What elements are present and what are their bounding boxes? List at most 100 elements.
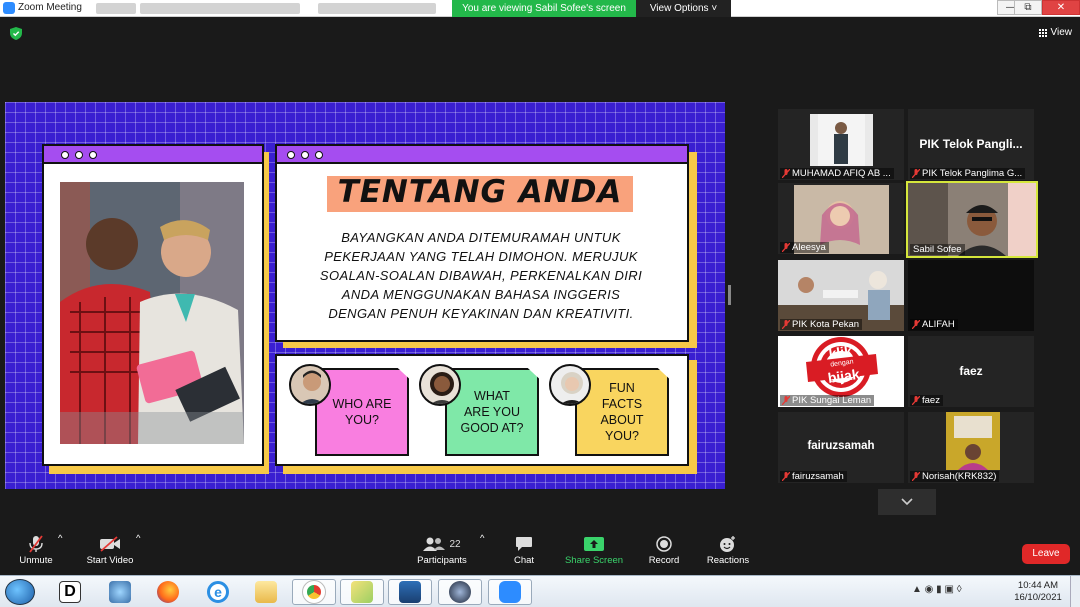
participant-name: MUHAMAD AFIQ AB ... [780,168,894,179]
taskbar-app[interactable] [146,579,190,605]
taskbar-app-active[interactable] [292,579,336,605]
windows-taskbar: D e ▲ ◉ ▮ ▣ ◊ 10:44 AM 16/10/2021 [0,575,1080,607]
remote-desktop-icon [399,581,421,603]
window-titlebar [277,146,687,164]
participant-tile[interactable]: Aleesya [778,183,904,254]
show-desktop-button[interactable] [1070,576,1080,607]
splitter-handle[interactable] [728,285,731,305]
avatar [419,364,461,406]
viewing-screen-banner: You are viewing Sabil Sofee's screen [452,0,636,17]
video-options-caret[interactable]: ^ [136,533,140,544]
avatar [549,364,591,406]
active-speaker-tile[interactable]: Sabil Sofee [906,181,1038,258]
system-tray[interactable]: ▲ ◉ ▮ ▣ ◊ [912,584,962,595]
participant-tile[interactable]: PIK Telok Pangli... PIK Telok Panglima G… [908,109,1034,180]
card-line: GOOD AT? [460,421,524,435]
expand-gallery-button[interactable] [878,489,936,515]
slide-heading: TENTANG ANDA [337,174,623,210]
participant-tile[interactable]: MUHAMAD AFIQ AB ... [778,109,904,180]
view-options-button[interactable]: View Options ˅ [636,0,731,17]
sticky-notes-icon [351,581,373,603]
share-screen-button[interactable]: Share Screen [562,533,626,566]
participant-name: Norisah(KRK832) [910,471,1000,482]
taskbar-app[interactable] [244,579,288,605]
chrome-icon [302,580,326,604]
participant-name: faez [910,395,943,406]
participant-tile[interactable]: Norisah(KRK832) [908,412,1034,483]
participant-tile[interactable]: faez faez [908,336,1034,407]
taskbar-app-active[interactable] [488,579,532,605]
instruction-line: SOALAN-SOALAN DIBAWAH, PERKENALKAN DIRI [319,268,643,283]
taskbar-app[interactable]: D [48,579,92,605]
participant-name: PIK Sungai Leman [780,395,875,406]
share-screen-icon [584,537,604,551]
participant-name: PIK Kota Pekan [780,319,863,330]
participants-options-caret[interactable]: ^ [480,533,484,544]
logo-text: klik dengan bijak [826,342,861,387]
window-dot [61,151,69,159]
coworkers-photo [60,182,244,444]
firefox-icon [157,581,179,603]
participant-tile[interactable]: fairuzsamah fairuzsamah [778,412,904,483]
participants-count: 22 [449,538,461,550]
taskbar-app[interactable] [98,579,142,605]
card-line: WHO ARE [332,397,392,411]
participant-display-name: faez [959,364,983,378]
view-label: View [1050,27,1073,38]
leave-meeting-button[interactable]: Leave [1022,544,1070,564]
reactions-button[interactable]: Reactions [702,533,754,566]
restore-button[interactable]: ⧉ [1014,0,1042,15]
smiley-icon [720,536,735,552]
card-line: ARE YOU [463,405,521,419]
participant-tile[interactable]: klik dengan bijak PIK Sungai Leman [778,336,904,407]
instruction-line: ANDA MENGGUNAKAN BAHASA INGGERIS [341,287,621,302]
muted-mic-icon [782,169,790,178]
chat-icon [516,537,532,551]
meeting-toolbar: Unmute ^ Start Video ^ 22 Participants ^… [0,533,1080,575]
zoom-meeting-window: Zoom Meeting You are viewing Sabil Sofee… [0,0,1080,607]
muted-mic-icon [912,320,920,329]
taskbar-clock[interactable]: 10:44 AM 16/10/2021 [1012,580,1064,604]
muted-mic-icon [782,396,790,405]
muted-mic-icon [912,472,920,481]
record-button[interactable]: Record [644,533,684,566]
window-dot [75,151,83,159]
network-app-icon [109,581,131,603]
clock-time: 10:44 AM [1017,580,1059,591]
taskbar-app-active[interactable] [340,579,384,605]
participant-tile[interactable]: PIK Kota Pekan [778,260,904,331]
view-layout-button[interactable]: View [1038,27,1073,38]
participant-name: Sabil Sofee [910,244,965,255]
card-line: YOU? [604,429,640,443]
chat-button[interactable]: Chat [504,533,544,566]
card-line: ABOUT [600,413,644,427]
text-window: TENTANG ANDA BAYANGKAN ANDA DITEMURAMAH … [275,144,689,342]
encryption-shield-icon[interactable] [10,27,22,40]
photo-window [42,144,264,466]
participant-display-name: PIK Telok Pangli... [919,137,1023,151]
window-dot [287,151,295,159]
participant-name: fairuzsamah [780,471,847,482]
taskbar-app[interactable]: e [196,579,240,605]
close-window-button[interactable]: ✕ [1042,0,1080,15]
window-dot [301,151,309,159]
clock-date: 16/10/2021 [1014,592,1062,603]
file-explorer-icon [255,581,277,603]
participant-tile[interactable]: ALIFAH [908,260,1034,331]
instruction-line: PEKERJAAN YANG TELAH DIMOHON. MERUJUK [324,249,638,264]
unmute-button[interactable]: Unmute [14,533,58,566]
participants-button[interactable]: 22 Participants [414,533,470,566]
taskbar-app-active[interactable] [438,579,482,605]
camera-app-icon [449,581,471,603]
video-off-icon [100,536,120,552]
start-video-button[interactable]: Start Video [82,533,138,566]
start-button[interactable] [5,579,35,605]
muted-mic-icon [782,320,790,329]
card-line: YOU? [344,413,380,427]
dell-app-icon: D [59,581,81,603]
muted-mic-icon [912,169,920,178]
taskbar-app-active[interactable] [388,579,432,605]
record-icon [656,536,672,552]
avatar [289,364,331,406]
audio-options-caret[interactable]: ^ [58,533,62,544]
